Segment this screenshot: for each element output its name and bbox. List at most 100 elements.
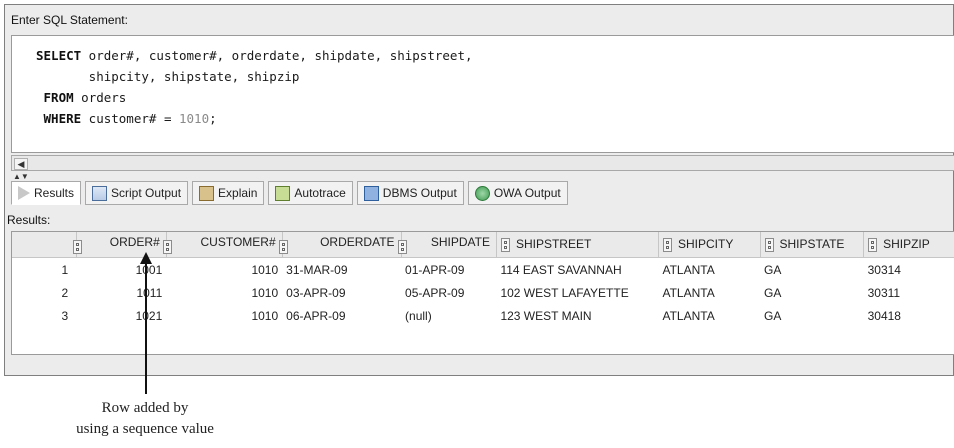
tab-script-output[interactable]: Script Output (85, 181, 189, 205)
tab-results[interactable]: Results (11, 181, 82, 205)
sql-statement-label: Enter SQL Statement: (11, 13, 128, 27)
column-header-shipstate[interactable]: SHIPSTATE (760, 232, 865, 258)
cell-shipcity[interactable]: ATLANTA (658, 304, 760, 327)
sql-keyword: SELECT (36, 48, 82, 63)
results-label: Results: (7, 213, 51, 227)
sort-icon[interactable] (868, 237, 878, 252)
table-row[interactable]: 2 1011 1010 03-APR-09 05-APR-09 102 WEST LAFA… (12, 281, 954, 304)
results-header-row: ORDER# CUSTOMER# ORDERDATE SHIPDATE SHIPSTRE… (12, 232, 954, 258)
sort-icon[interactable] (764, 237, 774, 252)
annotation-line-2: using a sequence value (76, 421, 214, 437)
annotation-arrow-line (145, 262, 147, 394)
owa-output-icon (474, 185, 490, 201)
results-table: ORDER# CUSTOMER# ORDERDATE SHIPDATE SHIPSTRE… (12, 232, 954, 327)
cell-customer-num[interactable]: 1010 (166, 304, 282, 327)
editor-horizontal-scrollbar[interactable]: ◀ (11, 155, 954, 171)
tab-label: Autotrace (294, 186, 346, 200)
cell-shipdate[interactable]: 05-APR-09 (401, 281, 496, 304)
sql-line: SELECT order#, customer#, orderdate, shi… (36, 45, 473, 66)
tab-explain[interactable]: Explain (192, 181, 265, 205)
cell-shipstreet[interactable]: 123 WEST MAIN (496, 304, 658, 327)
scroll-left-arrow-icon[interactable]: ◀ (14, 158, 28, 170)
column-header-label: SHIPSTREET (515, 237, 592, 252)
autotrace-icon (275, 185, 291, 201)
annotation-line-1: Row added by (101, 400, 189, 416)
column-header-label: SHIPSTATE (779, 237, 845, 252)
row-number: 2 (61, 285, 69, 300)
sql-line: shipcity, shipstate, shipzip (36, 66, 473, 87)
cell-customer-num[interactable]: 1010 (166, 258, 282, 282)
column-header-label: ORDER# (109, 235, 160, 249)
tab-label: OWA Output (493, 186, 561, 200)
sort-icon[interactable] (72, 240, 82, 254)
column-header-shipstreet[interactable]: SHIPSTREET (496, 232, 659, 258)
cell-order-num[interactable]: 1011 (76, 281, 166, 304)
table-row[interactable]: 3 1021 1010 06-APR-09 (null) 123 WEST MAIN ATL… (12, 304, 954, 327)
column-header-shipdate[interactable]: SHIPDATE (397, 232, 497, 258)
cell-shipdate[interactable]: (null) (401, 304, 496, 327)
column-header-shipcity[interactable]: SHIPCITY (658, 232, 761, 258)
tab-autotrace[interactable]: Autotrace (268, 181, 353, 205)
tab-label: Results (34, 186, 75, 200)
sort-icon[interactable] (500, 237, 510, 252)
sql-keyword: FROM (36, 90, 74, 105)
column-header-order-num[interactable]: ORDER# (72, 232, 167, 258)
cell-shipcity[interactable]: ATLANTA (658, 258, 760, 282)
column-header-label: SHIPZIP (883, 237, 930, 252)
sql-keyword: WHERE (36, 111, 82, 126)
sql-text: customer# = (81, 111, 179, 126)
explain-icon (199, 185, 215, 201)
sort-icon[interactable] (162, 240, 172, 254)
sql-editor[interactable]: SELECT order#, customer#, orderdate, shi… (11, 35, 954, 153)
sql-line: FROM orders (36, 87, 473, 108)
sort-icon[interactable] (662, 237, 672, 252)
cell-shipstreet[interactable]: 102 WEST LAFAYETTE (496, 281, 658, 304)
output-tab-bar: Results Script Output Explain Autotrace DBMS… (11, 181, 568, 207)
dbms-output-icon (363, 185, 379, 201)
sql-code[interactable]: SELECT order#, customer#, orderdate, shi… (36, 45, 473, 129)
cell-shipstate[interactable]: GA (760, 258, 864, 282)
cell-shipzip[interactable]: 30314 (864, 258, 954, 282)
cell-shipstate[interactable]: GA (760, 304, 864, 327)
column-header-label: SHIPDATE (430, 235, 490, 249)
column-header-shipzip[interactable]: SHIPZIP (863, 232, 954, 258)
sql-text: order#, customer#, orderdate, shipdate, … (81, 48, 473, 63)
sql-number-literal: 1010 (179, 111, 210, 126)
pane-splitter-arrows-icon[interactable]: ▲▼ (13, 173, 29, 181)
cell-shipzip[interactable]: 30418 (864, 304, 954, 327)
cell-shipstreet[interactable]: 114 EAST SAVANNAH (496, 258, 658, 282)
sql-text: orders (73, 90, 127, 105)
sort-icon[interactable] (278, 240, 288, 254)
results-icon (18, 186, 30, 200)
cell-order-num[interactable]: 1001 (76, 258, 166, 282)
cell-shipzip[interactable]: 30311 (864, 281, 954, 304)
cell-shipdate[interactable]: 01-APR-09 (401, 258, 496, 282)
cell-orderdate[interactable]: 06-APR-09 (282, 304, 401, 327)
sql-terminator: ; (209, 111, 217, 126)
sql-line: WHERE customer# = 1010; (36, 108, 473, 129)
column-header-label: SHIPCITY (677, 237, 734, 252)
cell-orderdate[interactable]: 31-MAR-09 (282, 258, 401, 282)
tab-label: Script Output (111, 186, 182, 200)
column-header-label: ORDERDATE (320, 235, 395, 249)
sort-icon[interactable] (397, 240, 407, 254)
column-header-customer-num[interactable]: CUSTOMER# (162, 232, 283, 258)
tab-dbms-output[interactable]: DBMS Output (356, 181, 464, 205)
cell-shipstate[interactable]: GA (760, 281, 864, 304)
cell-orderdate[interactable]: 03-APR-09 (282, 281, 401, 304)
column-header-label: CUSTOMER# (200, 235, 276, 249)
cell-order-num[interactable]: 1021 (76, 304, 166, 327)
row-number: 1 (61, 262, 69, 277)
row-number-header (12, 232, 77, 258)
cell-shipcity[interactable]: ATLANTA (658, 281, 760, 304)
script-output-icon (92, 185, 108, 201)
table-row[interactable]: 1 1001 1010 31-MAR-09 01-APR-09 114 EAST SAVA… (12, 258, 954, 282)
annotation-caption: Row added by using a sequence value (40, 398, 250, 440)
tab-owa-output[interactable]: OWA Output (467, 181, 568, 205)
results-grid[interactable]: ORDER# CUSTOMER# ORDERDATE SHIPDATE SHIPSTRE… (11, 231, 954, 355)
column-header-orderdate[interactable]: ORDERDATE (278, 232, 402, 258)
row-number: 3 (61, 308, 69, 323)
cell-customer-num[interactable]: 1010 (166, 281, 282, 304)
tab-label: Explain (218, 186, 258, 200)
sql-text: shipcity, shipstate, shipzip (36, 69, 300, 84)
